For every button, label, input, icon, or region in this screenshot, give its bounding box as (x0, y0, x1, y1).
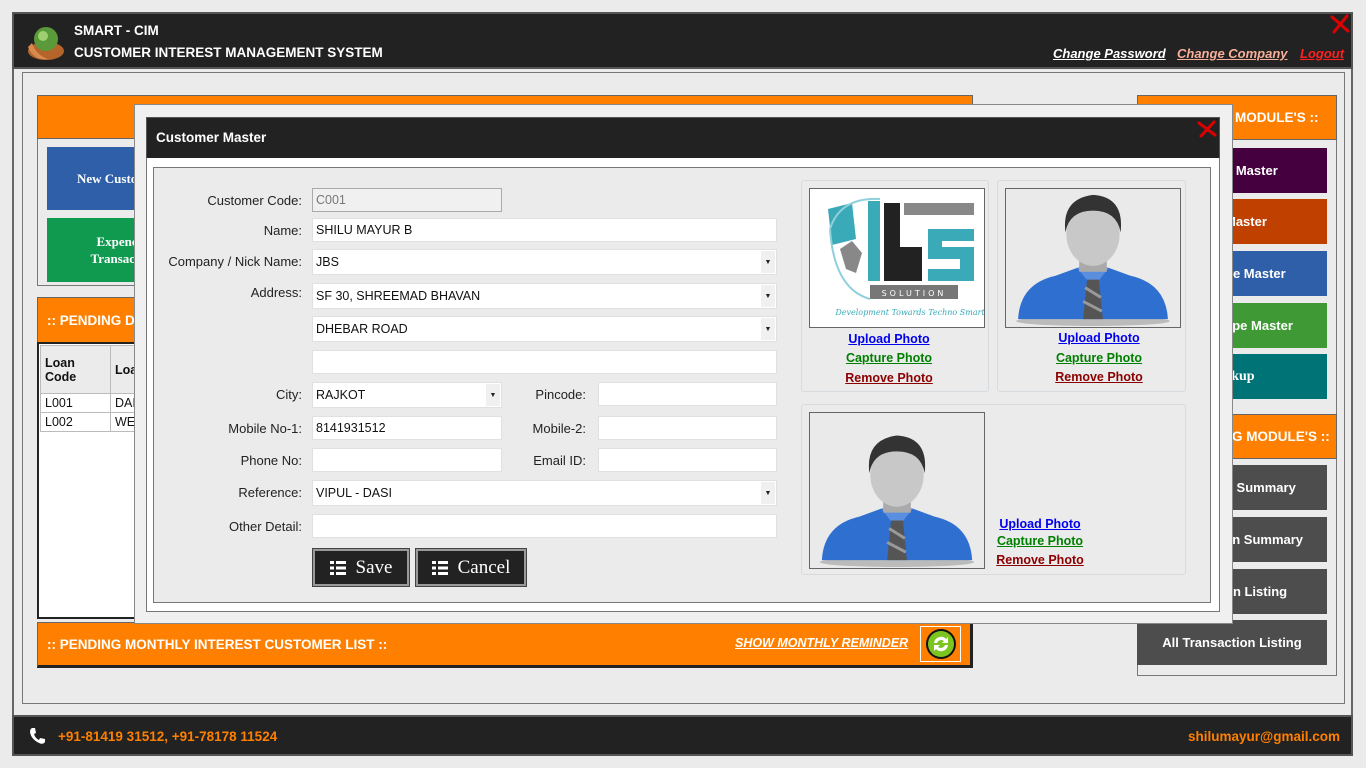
close-app-icon[interactable] (1330, 14, 1350, 34)
other-detail-label: Other Detail: (229, 519, 302, 534)
user-avatar-icon (819, 435, 975, 568)
reference-value: VIPUL - DASI (316, 486, 392, 500)
refresh-button[interactable] (920, 626, 961, 662)
company-logo-image: SOLUTION Development Towards Techno Smar… (809, 188, 985, 328)
upload-photo-link[interactable]: Upload Photo (1029, 331, 1169, 345)
name-label: Name: (263, 223, 302, 238)
logout-link[interactable]: Logout (1300, 46, 1344, 61)
save-button[interactable]: Save (312, 548, 410, 587)
customer-photo-image-2 (809, 412, 985, 569)
refresh-icon (925, 629, 956, 659)
email-input[interactable] (598, 448, 777, 472)
logo-tag-text: SOLUTION (882, 289, 947, 298)
upload-photo-link[interactable]: Upload Photo (970, 517, 1110, 531)
address-line1-value: SF 30, SHREEMAD BHAVAN (316, 289, 481, 303)
app-name: SMART - CIM (74, 23, 159, 38)
close-dialog-icon[interactable] (1197, 120, 1217, 138)
city-label: City: (276, 387, 302, 402)
footer-email: shilumayur@gmail.com (1188, 729, 1340, 744)
reference-select[interactable]: VIPUL - DASI ▼ (312, 480, 777, 506)
city-value: RAJKOT (316, 388, 366, 402)
address-label: Address: (250, 285, 302, 300)
customer-code-input[interactable]: C001 (312, 188, 502, 212)
customer-photo-image (1005, 188, 1181, 328)
address-line1-select[interactable]: SF 30, SHREEMAD BHAVAN ▼ (312, 283, 777, 309)
cancel-label: Cancel (457, 556, 511, 578)
pincode-input[interactable] (598, 382, 777, 406)
address-line2-select[interactable]: DHEBAR ROAD ▼ (312, 316, 777, 342)
remove-photo-link[interactable]: Remove Photo (819, 371, 959, 385)
list-icon (431, 560, 448, 575)
mobile2-label: Mobile-2: (532, 421, 586, 436)
column-header-loan-code[interactable]: Loan Code (40, 345, 111, 394)
pincode-label: Pincode: (535, 387, 586, 402)
capture-photo-link[interactable]: Capture Photo (819, 351, 959, 365)
other-detail-input[interactable] (312, 514, 777, 538)
email-label: Email ID: (533, 453, 586, 468)
change-password-link[interactable]: Change Password (1053, 46, 1166, 61)
change-company-link[interactable]: Change Company (1177, 46, 1288, 61)
address-line3-input[interactable] (312, 350, 777, 374)
customer-code-label: Customer Code: (207, 193, 302, 208)
name-input[interactable]: SHILU MAYUR B (312, 218, 777, 242)
company-label: Company / Nick Name: (168, 254, 302, 269)
all-transaction-listing-button[interactable]: All Transaction Listing (1137, 620, 1327, 665)
phone-icon (30, 728, 45, 744)
user-avatar-icon (1016, 194, 1170, 327)
dialog-title-bar: Customer Master (146, 117, 1220, 159)
company-value: JBS (316, 255, 339, 269)
list-icon (329, 560, 346, 575)
reference-label: Reference: (238, 485, 302, 500)
mobile1-label: Mobile No-1: (228, 421, 302, 436)
remove-photo-link[interactable]: Remove Photo (1029, 370, 1169, 384)
cancel-button[interactable]: Cancel (415, 548, 527, 587)
footer-phone: +91-81419 31512, +91-78178 11524 (58, 729, 278, 744)
jbs-logo: SOLUTION Development Towards Techno Smar… (828, 197, 985, 317)
capture-photo-link[interactable]: Capture Photo (1029, 351, 1169, 365)
chevron-down-icon[interactable]: ▼ (761, 285, 775, 307)
dialog-title: Customer Master (156, 130, 267, 145)
logo-slogan-text: Development Towards Techno Smart (834, 308, 984, 317)
save-label: Save (355, 556, 393, 578)
chevron-down-icon[interactable]: ▼ (761, 482, 775, 504)
pending-monthly-title: :: PENDING MONTHLY INTEREST CUSTOMER LIS… (47, 636, 388, 652)
app-subtitle: CUSTOMER INTEREST MANAGEMENT SYSTEM (74, 45, 383, 60)
remove-photo-link[interactable]: Remove Photo (970, 553, 1110, 567)
cell-loan-code: L001 (40, 393, 111, 413)
upload-photo-link[interactable]: Upload Photo (819, 332, 959, 346)
address-line2-value: DHEBAR ROAD (316, 322, 408, 336)
show-monthly-reminder-link[interactable]: SHOW MONTHLY REMINDER (735, 636, 908, 650)
chevron-down-icon[interactable]: ▼ (761, 251, 775, 273)
cell-loan-code: L002 (40, 412, 111, 432)
phone-label: Phone No: (240, 453, 302, 468)
chevron-down-icon[interactable]: ▼ (761, 318, 775, 340)
capture-photo-link[interactable]: Capture Photo (970, 534, 1110, 548)
app-logo-icon (28, 27, 64, 60)
company-select[interactable]: JBS ▼ (312, 249, 777, 275)
mobile2-input[interactable] (598, 416, 777, 440)
